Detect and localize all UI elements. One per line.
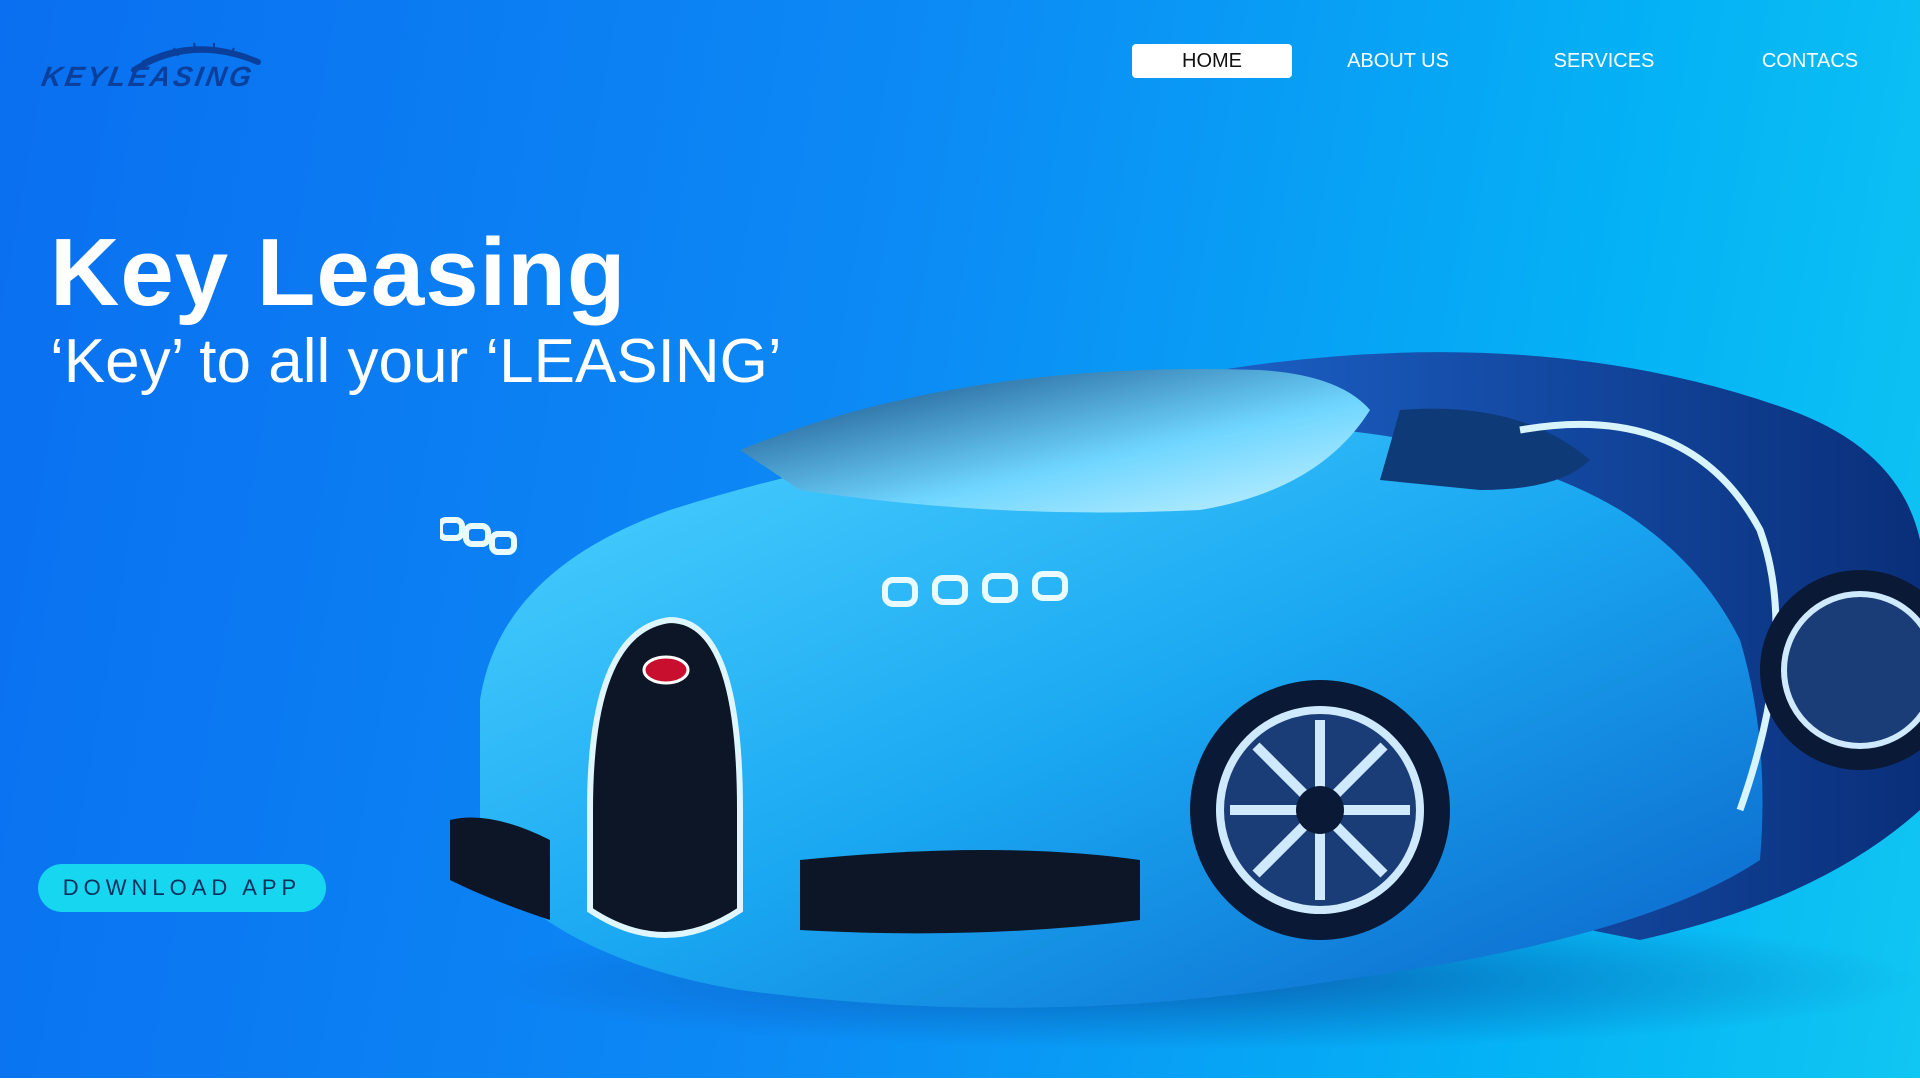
nav-item-services[interactable]: SERVICES (1524, 44, 1684, 78)
page-title: Key Leasing (50, 219, 627, 326)
download-app-button[interactable]: DOWNLOAD APP (38, 864, 326, 912)
nav-item-about-us[interactable]: ABOUT US (1318, 44, 1478, 78)
car-image (440, 352, 1920, 1050)
main-nav: HOME ABOUT US SERVICES CONTACS (0, 44, 1920, 78)
nav-item-contacs[interactable]: CONTACS (1730, 44, 1890, 78)
nav-item-home[interactable]: HOME (1132, 44, 1292, 78)
